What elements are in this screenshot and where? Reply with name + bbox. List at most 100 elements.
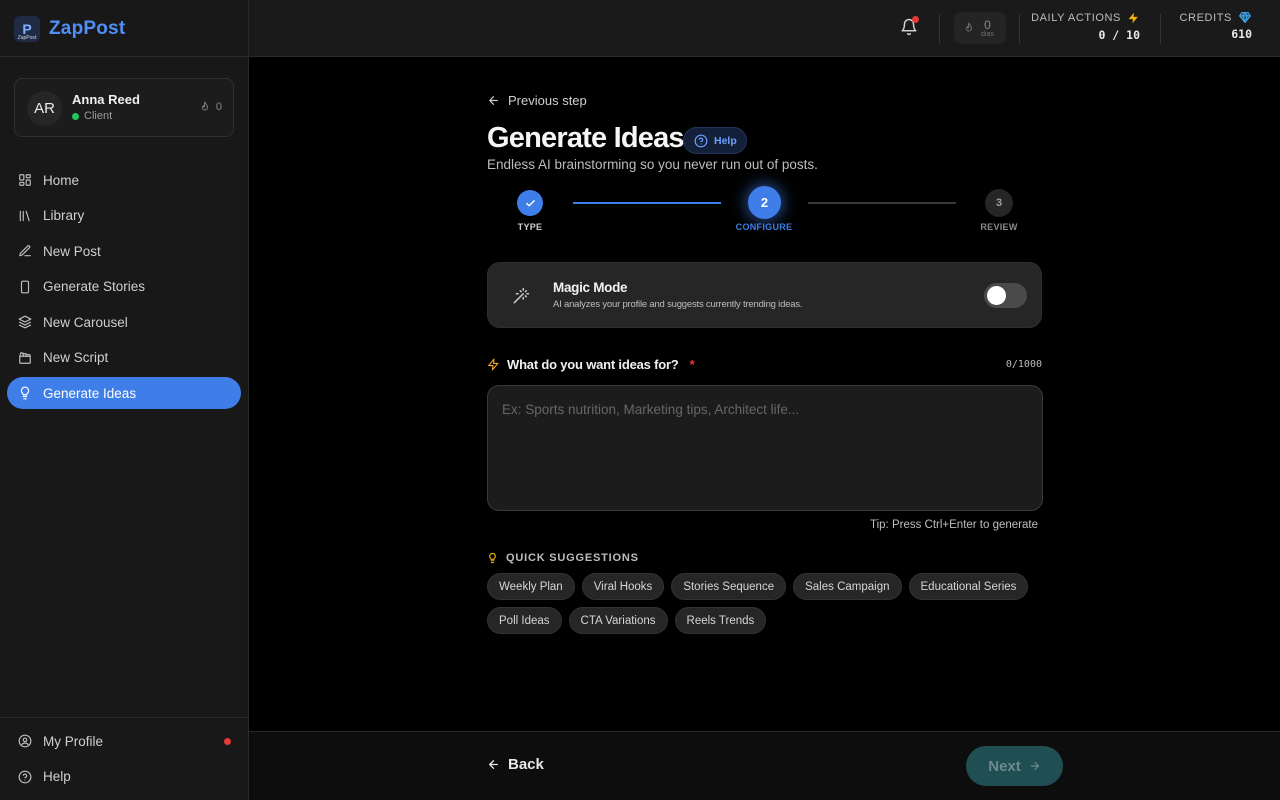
previous-step-label: Previous step xyxy=(508,93,587,108)
sidebar-item-label: Library xyxy=(43,208,85,223)
sidebar-item-my-profile[interactable]: My Profile xyxy=(7,725,241,757)
step-2-label: CONFIGURE xyxy=(735,222,793,232)
user-streak-count: 0 xyxy=(215,101,222,113)
arrow-left-icon xyxy=(489,96,498,105)
lightning-icon xyxy=(1128,12,1138,24)
user-card[interactable]: AR Anna Reed Client 0 xyxy=(14,78,234,137)
user-role: Client xyxy=(72,110,112,122)
sidebar-item-label: New Carousel xyxy=(43,314,128,330)
character-count: 0/1000 xyxy=(1005,359,1042,370)
pen-icon xyxy=(19,245,31,257)
sidebar-item-new-post[interactable]: New Post xyxy=(7,235,241,267)
sidebar-item-new-script[interactable]: New Script xyxy=(7,342,241,374)
suggestion-chip[interactable]: CTA Variations xyxy=(568,607,668,634)
flame-icon xyxy=(201,101,208,111)
ideas-question-label: What do you want ideas for? * xyxy=(487,357,695,372)
sidebar-item-label: New Script xyxy=(43,350,109,365)
credits-value: 610 xyxy=(1231,27,1252,41)
streak-counter[interactable]: 0 dias xyxy=(954,12,1006,44)
sidebar-item-label: My Profile xyxy=(43,733,104,749)
streak-value: 0 xyxy=(984,17,991,32)
required-mark: * xyxy=(689,357,695,372)
sidebar-item-library[interactable]: Library xyxy=(7,200,241,232)
sidebar-item-home[interactable]: Home xyxy=(7,164,241,196)
help-circle-icon xyxy=(18,770,32,783)
sidebar-nav: Home Library New Post Generate Stories N… xyxy=(7,164,241,413)
daily-actions-text: DAILY ACTIONS xyxy=(1031,12,1121,24)
suggestion-chip[interactable]: Viral Hooks xyxy=(581,573,665,600)
magic-mode-card: Magic Mode AI analyzes your profile and … xyxy=(487,262,1042,328)
sidebar-item-generate-stories[interactable]: Generate Stories xyxy=(7,271,241,303)
check-icon xyxy=(525,199,535,206)
user-role-label: Client xyxy=(84,110,113,122)
sidebar-bottom-nav: My Profile Help xyxy=(7,725,241,796)
back-label: Back xyxy=(508,756,544,773)
next-button[interactable]: Next xyxy=(966,746,1063,786)
clapperboard-icon xyxy=(19,351,31,364)
daily-actions-label: DAILY ACTIONS xyxy=(1031,11,1140,25)
user-name: Anna Reed xyxy=(72,92,140,107)
diamond-icon xyxy=(1239,12,1251,23)
suggestion-chip[interactable]: Poll Ideas xyxy=(487,607,562,634)
lightbulb-icon xyxy=(489,552,496,564)
sidebar-item-new-carousel[interactable]: New Carousel xyxy=(7,306,241,338)
credits: CREDITS 610 xyxy=(1180,11,1252,42)
flame-icon xyxy=(966,22,972,32)
back-button[interactable]: Back xyxy=(487,756,544,773)
divider xyxy=(0,717,248,718)
notification-dot xyxy=(224,738,231,745)
library-icon xyxy=(19,210,30,221)
previous-step-link[interactable]: Previous step xyxy=(487,93,587,108)
brand-logo: P ZapPost xyxy=(14,16,40,42)
keyboard-tip: Tip: Press Ctrl+Enter to generate xyxy=(870,519,1038,531)
step-1-label: TYPE xyxy=(517,222,543,232)
sidebar-item-generate-ideas[interactable]: Generate Ideas xyxy=(7,377,241,409)
footer-bar xyxy=(249,731,1280,800)
help-label: Help xyxy=(714,134,737,147)
credits-label: CREDITS xyxy=(1180,11,1252,24)
question-text: What do you want ideas for? xyxy=(507,357,679,372)
notification-dot xyxy=(912,16,919,23)
step-3-circle[interactable]: 3 xyxy=(985,189,1013,217)
quick-suggestions-label: QUICK SUGGESTIONS xyxy=(487,552,639,564)
credits-text: CREDITS xyxy=(1179,11,1232,24)
divider xyxy=(1160,14,1161,44)
magic-mode-toggle[interactable] xyxy=(984,283,1027,308)
sidebar-item-label: Home xyxy=(43,172,80,188)
sidebar-item-label: Help xyxy=(43,769,71,784)
sidebar-item-label: Generate Ideas xyxy=(43,385,137,401)
brand-logo-letter: P xyxy=(22,21,32,37)
divider xyxy=(939,14,940,44)
brand[interactable]: P ZapPost ZapPost xyxy=(14,14,125,44)
page-title: Generate Ideas xyxy=(487,122,685,154)
quick-suggestions-text: QUICK SUGGESTIONS xyxy=(506,552,639,564)
step-1-circle[interactable] xyxy=(517,190,543,216)
streak-unit: dias xyxy=(981,30,994,38)
suggestion-chip[interactable]: Reels Trends xyxy=(674,607,767,634)
step-connector-pending xyxy=(808,202,956,204)
suggestion-chip[interactable]: Weekly Plan xyxy=(487,573,575,600)
page-subtitle: Endless AI brainstorming so you never ru… xyxy=(487,157,818,172)
step-2-circle[interactable]: 2 xyxy=(748,186,781,219)
suggestion-chip[interactable]: Sales Campaign xyxy=(793,573,902,600)
suggestion-chip[interactable]: Stories Sequence xyxy=(671,573,787,600)
step-connector-done xyxy=(573,202,721,204)
sidebar-item-label: Generate Stories xyxy=(43,279,146,294)
layers-icon xyxy=(18,315,32,329)
magic-wand-icon xyxy=(513,287,530,304)
sidebar: P ZapPost ZapPost AR Anna Reed Client 0 … xyxy=(0,0,249,800)
magic-mode-title: Magic Mode xyxy=(553,280,628,295)
grid-icon xyxy=(19,174,31,186)
next-label: Next xyxy=(988,757,1021,775)
user-streak: 0 xyxy=(199,101,222,113)
brand-logo-subtext: ZapPost xyxy=(17,35,37,41)
daily-actions: DAILY ACTIONS 0 / 10 xyxy=(1031,11,1140,42)
suggestion-chip[interactable]: Educational Series xyxy=(908,573,1029,600)
lightning-icon xyxy=(488,358,499,371)
ideas-input[interactable] xyxy=(487,385,1043,511)
help-button[interactable]: Help xyxy=(683,127,747,154)
online-status-dot xyxy=(72,112,79,120)
toggle-knob xyxy=(987,286,1006,305)
sidebar-item-help[interactable]: Help xyxy=(7,761,241,793)
divider xyxy=(1019,14,1020,44)
